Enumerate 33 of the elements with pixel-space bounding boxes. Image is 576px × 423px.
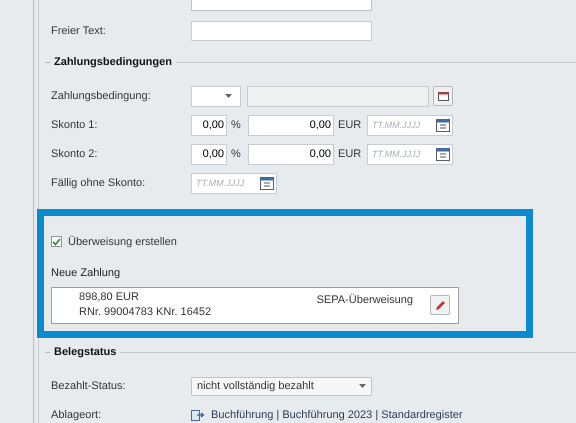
pencil-icon — [434, 300, 446, 310]
section-heading: Belegstatus — [54, 345, 116, 360]
field-label: Bezahlt-Status: — [51, 378, 127, 394]
unit-label: % — [230, 118, 242, 133]
field-label: Ablageort: — [51, 408, 102, 422]
field-label: Skonto 2: — [51, 146, 98, 162]
currency-label: EUR — [337, 146, 362, 162]
field-label: Fällig ohne Skonto: — [51, 176, 146, 191]
percent-field[interactable]: 0,00 — [191, 114, 227, 136]
status-dropdown[interactable]: nicht vollständig bezahlt — [191, 376, 372, 396]
check-icon — [52, 238, 61, 246]
section-heading: Zahlungsbedingungen — [54, 55, 172, 70]
edit-button[interactable] — [430, 295, 450, 315]
amount-field[interactable]: 0,00 — [248, 114, 334, 136]
payment-reference: RNr. 99004783 KNr. 16452 — [79, 305, 212, 320]
payment-amount: 898,80 EUR — [79, 290, 140, 305]
section-label: Neue Zahlung — [51, 266, 122, 281]
percent-field[interactable]: 0,00 — [191, 144, 227, 164]
unit-label: % — [230, 146, 242, 162]
free-text-field[interactable] — [191, 21, 372, 41]
amount-field[interactable]: 0,00 — [248, 144, 334, 164]
checkbox-label: Überweisung erstellen — [68, 234, 177, 250]
window-icon — [438, 92, 448, 100]
field-label: Skonto 1: — [51, 118, 98, 133]
lookup-button[interactable] — [433, 86, 453, 106]
payment-method: SEPA-Überweisung — [316, 292, 413, 308]
caret-icon — [359, 384, 366, 388]
checkbox[interactable] — [51, 236, 62, 248]
caret-icon — [225, 94, 232, 98]
location-path: Buchführung | Buchführung 2023 | Standardregister — [211, 408, 463, 422]
currency-label: EUR — [337, 118, 362, 133]
field-label: Zahlungsbedingung: — [51, 88, 152, 104]
field-label: Freier Text: — [51, 24, 107, 39]
